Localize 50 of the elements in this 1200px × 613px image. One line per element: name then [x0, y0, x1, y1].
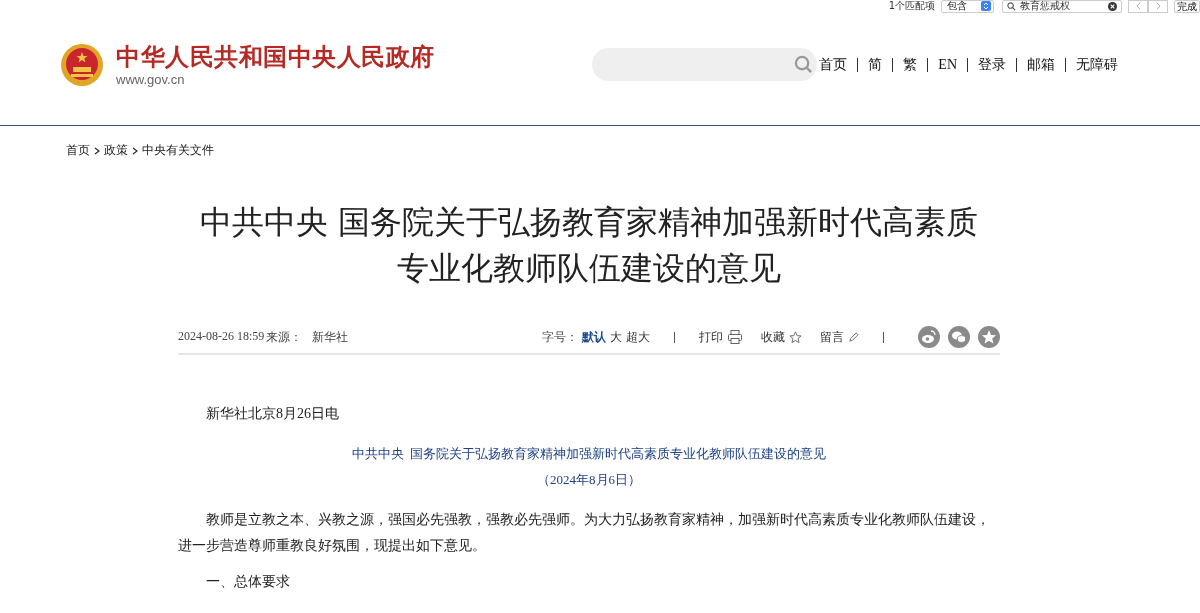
nav-link[interactable]: 邮箱	[1016, 57, 1065, 72]
search-icon[interactable]	[794, 55, 814, 74]
font-size-option[interactable]: 大	[610, 328, 622, 346]
article-title: 专业化教师队伍建设的意见	[397, 248, 781, 289]
nav-link[interactable]: 繁	[892, 57, 928, 72]
print-link[interactable]: 打印	[699, 328, 723, 346]
publish-date: 2024-08-26 18:59	[178, 328, 265, 345]
dateline: 新华社北京8月26日电	[205, 405, 340, 423]
next-match-button[interactable]	[1148, 0, 1168, 13]
breadcrumb-link[interactable]: 政策	[104, 142, 128, 159]
font-size-option[interactable]: 超大	[626, 328, 650, 346]
printer-icon[interactable]	[727, 329, 743, 345]
star-icon[interactable]	[789, 330, 802, 344]
match-mode-dropdown[interactable]: 包含	[941, 0, 994, 13]
section-heading: 一、总体要求	[205, 573, 291, 591]
nav-link[interactable]: 简	[857, 57, 893, 72]
breadcrumb-link[interactable]: 首页	[66, 142, 90, 159]
stepper-icon[interactable]	[981, 1, 991, 11]
nav-link[interactable]: 首页	[817, 57, 858, 72]
clear-icon[interactable]	[1108, 1, 1117, 11]
nav-link[interactable]: EN	[927, 57, 967, 72]
wechat-icon[interactable]	[948, 326, 970, 348]
search-icon	[1007, 1, 1016, 11]
done-button[interactable]: 完成	[1174, 0, 1200, 13]
nav-link[interactable]: 登录	[967, 57, 1016, 72]
nav-link[interactable]: 无障碍	[1065, 57, 1118, 72]
emblem-icon	[60, 42, 104, 87]
match-count: 1个匹配项	[888, 0, 935, 12]
chevron-icon	[132, 146, 138, 155]
document-date: （2024年8月6日）	[536, 471, 642, 489]
weibo-icon[interactable]	[918, 326, 940, 348]
chevron-icon	[94, 146, 100, 155]
article-title: 中共中央 国务院关于弘扬教育家精神加强新时代高素质	[199, 202, 979, 243]
chevron-left-icon	[1135, 2, 1141, 10]
document-title: 中共中央 国务院关于弘扬教育家精神加强新时代高素质专业化教师队伍建设的意见	[350, 445, 828, 463]
chevron-right-icon	[1155, 2, 1161, 10]
search-field[interactable]	[592, 48, 818, 81]
font-size-label: 字号：	[542, 328, 578, 346]
comment-link[interactable]: 留言	[820, 328, 844, 346]
previous-match-button[interactable]	[1128, 0, 1148, 13]
body-paragraph: 教师是立教之本、兴教之源，强国必先强教，强教必先强师。为大力弘扬教育家精神，加强新时代高素质专业化教师队伍建设，进一步营造尊师重教良好氛围，现提出如下意见。	[178, 511, 991, 555]
pencil-icon[interactable]	[848, 331, 859, 343]
site-url: www.gov.cn	[116, 72, 186, 87]
source-label: 来源：	[266, 328, 303, 346]
site-name: 中华人民共和国中央人民政府	[116, 42, 435, 72]
find-field[interactable]: 教育惩戒权	[1002, 0, 1122, 13]
source-name: 新华社	[312, 328, 349, 346]
breadcrumb-link[interactable]: 中央有关文件	[142, 142, 214, 159]
favorite-link[interactable]: 收藏	[761, 328, 785, 346]
font-size-option[interactable]: 默认	[582, 328, 606, 346]
